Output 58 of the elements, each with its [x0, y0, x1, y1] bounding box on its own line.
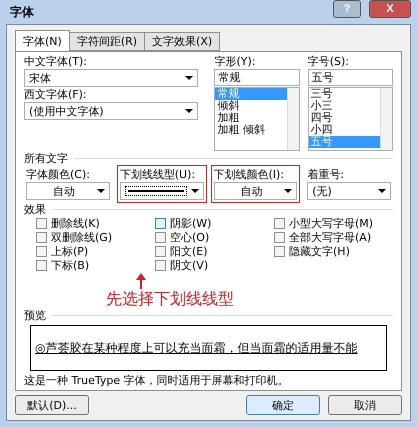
scrollbar[interactable]: [286, 88, 299, 150]
list-item[interactable]: 小四: [308, 124, 380, 136]
arrow-icon: [136, 273, 146, 289]
caret-icon: [185, 109, 194, 113]
ok-button[interactable]: 确定: [246, 395, 320, 415]
field-label: 字体颜色(C):: [26, 168, 91, 181]
default-button[interactable]: 默认(D)...: [15, 395, 89, 415]
window-title: 字体: [10, 6, 34, 18]
dropdown[interactable]: 自动: [214, 182, 298, 200]
field-label: 下划线颜色(I):: [214, 168, 286, 181]
checkbox[interactable]: 阴文(V): [155, 259, 274, 272]
dropdown[interactable]: (使用中文字体): [24, 102, 198, 120]
field-label: 着重号:: [307, 168, 345, 181]
section-title: 效果: [24, 203, 46, 216]
list-item[interactable]: 加粗: [215, 112, 287, 124]
list-item[interactable]: 倾斜: [215, 100, 287, 112]
caret-icon: [96, 189, 105, 193]
dropdown[interactable]: (无): [307, 182, 391, 200]
tab[interactable]: 字体(N): [15, 30, 70, 51]
close-button[interactable]: X: [369, 0, 411, 18]
section-title: 所有文字: [24, 152, 68, 165]
field-label: 字号(S):: [308, 55, 350, 68]
caret-icon: [378, 189, 386, 193]
caret-icon: [284, 189, 292, 193]
list-item[interactable]: 三号: [308, 88, 380, 100]
field-label: 字形(Y):: [214, 55, 256, 68]
field-label: 西文字体(F):: [24, 88, 88, 101]
field-label: 中文字体(T):: [24, 55, 88, 68]
preview-sample: ◎芦荟胶在某种程度上可以充当面霜，但当面霜的适用量不能: [34, 342, 358, 354]
dropdown[interactable]: 宋体: [24, 69, 198, 87]
checkbox[interactable]: 上标(P): [36, 245, 155, 258]
checkbox[interactable]: 空心(O): [155, 231, 274, 244]
field-label: 下划线线型(U):: [120, 168, 196, 181]
checkbox[interactable]: 阳文(E): [155, 245, 274, 258]
checkbox[interactable]: 删除线(K): [36, 217, 155, 230]
line-style-sample: [124, 186, 186, 196]
dropdown[interactable]: 自动: [26, 182, 110, 200]
input-field[interactable]: 常规: [214, 69, 300, 86]
checkbox[interactable]: 小型大写字母(M): [274, 217, 393, 230]
list-item[interactable]: 加粗 倾斜: [215, 124, 287, 136]
checkbox[interactable]: 阴影(W): [155, 217, 274, 230]
list-item[interactable]: 小三: [308, 100, 380, 112]
annotation-text: 先选择下划线线型: [106, 289, 234, 308]
scrollbar[interactable]: [380, 88, 392, 150]
list-item[interactable]: 四号: [308, 112, 380, 124]
input-field[interactable]: 五号: [308, 69, 393, 86]
checkbox[interactable]: 双删除线(G): [36, 231, 155, 244]
checkbox[interactable]: 下标(B): [36, 259, 155, 272]
section-title: 预览: [24, 309, 46, 322]
caret-icon: [185, 76, 194, 80]
checkbox[interactable]: 隐藏文字(H): [274, 245, 393, 258]
font-note: 这是一种 TrueType 字体，同时适用于屏幕和打印机。: [24, 374, 290, 387]
cancel-button[interactable]: 取消: [328, 395, 402, 415]
dropdown[interactable]: [120, 182, 204, 200]
caret-icon: [190, 189, 198, 193]
tab[interactable]: 文字效果(X): [144, 32, 220, 51]
checkbox[interactable]: 全部大写字母(A): [274, 231, 393, 244]
tab[interactable]: 字符间距(R): [68, 32, 146, 51]
